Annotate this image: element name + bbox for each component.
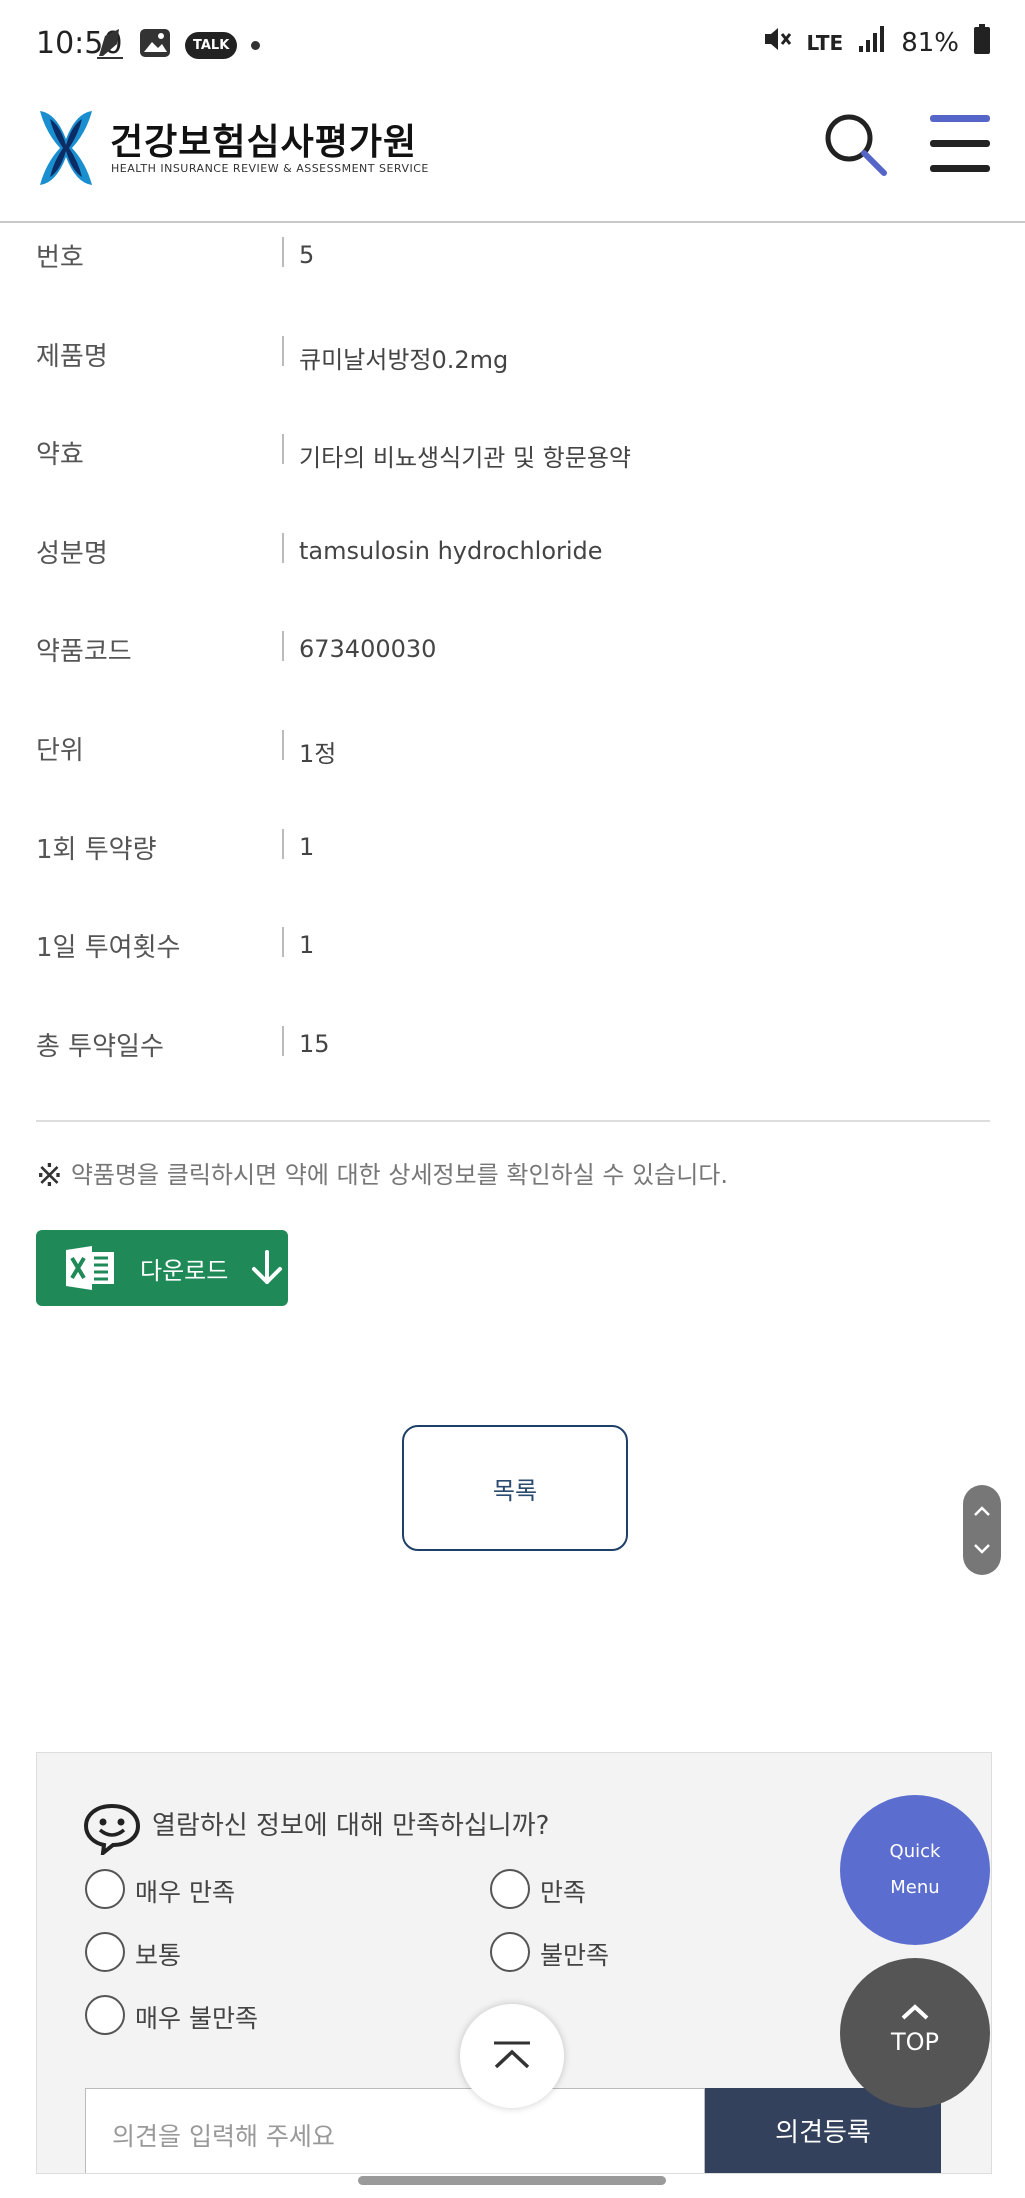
notice-message: 약품명을 클릭하시면 약에 대한 상세정보를 확인하실 수 있습니다. bbox=[70, 1161, 729, 1189]
detail-value: 673400030 bbox=[299, 635, 437, 664]
detail-row-daily-frequency: 1일 투여횟수 1 bbox=[36, 915, 990, 1014]
detail-separator bbox=[282, 927, 284, 958]
detail-label: 1회 투약량 bbox=[36, 834, 157, 865]
scroll-to-top-fab[interactable] bbox=[460, 2004, 564, 2108]
network-type: LTE bbox=[806, 30, 844, 55]
notice-mark: ※ bbox=[36, 1156, 63, 1194]
site-header: 건강보험심사평가원 HEALTH INSURANCE REVIEW & ASSE… bbox=[0, 95, 1025, 223]
quick-menu-line2: Menu bbox=[890, 1877, 940, 1898]
status-bar: 10:50 TALK LTE 81% bbox=[0, 0, 1025, 90]
radio-circle[interactable] bbox=[85, 1995, 125, 2035]
detail-label: 번호 bbox=[36, 243, 84, 273]
brand-name-english: HEALTH INSURANCE REVIEW & ASSESSMENT SER… bbox=[111, 162, 429, 175]
radio-label[interactable]: 불만족 bbox=[540, 1936, 609, 1972]
system-status-icons: LTE 81% bbox=[762, 24, 991, 61]
detail-separator bbox=[282, 532, 284, 563]
survey-question: 열람하신 정보에 대해 만족하십니까? bbox=[152, 1811, 550, 1841]
hira-logo-icon[interactable] bbox=[36, 105, 96, 191]
excel-icon bbox=[66, 1246, 114, 1290]
detail-value: 5 bbox=[299, 241, 315, 269]
detail-label: 1일 투여횟수 bbox=[36, 933, 181, 964]
detail-separator bbox=[282, 1025, 284, 1056]
download-label: 다운로드 bbox=[140, 1256, 229, 1285]
gesture-nav-handle[interactable] bbox=[358, 2176, 666, 2185]
detail-value: 기타의 비뇨생식기관 및 항문용약 bbox=[299, 444, 632, 473]
smile-speech-bubble-icon bbox=[83, 1803, 141, 1855]
scroll-up-down-icon bbox=[974, 1506, 990, 1554]
detail-row-unit: 단위 1정 bbox=[36, 718, 990, 817]
detail-row-dose: 1회 투약량 1 bbox=[36, 817, 990, 916]
opinion-input[interactable]: 의견을 입력해 주세요 bbox=[85, 2088, 705, 2173]
radio-label[interactable]: 만족 bbox=[540, 1873, 586, 1909]
menu-line-icon bbox=[930, 140, 990, 147]
chevron-up-icon bbox=[840, 2000, 990, 2028]
gallery-notification-icon bbox=[139, 28, 171, 62]
signal-strength-icon bbox=[857, 24, 887, 61]
radio-circle[interactable] bbox=[490, 1869, 530, 1909]
detail-value: 1 bbox=[299, 832, 315, 861]
product-name-link[interactable]: 큐미날서방정0.2mg bbox=[299, 340, 508, 375]
notification-icons: TALK bbox=[95, 26, 261, 64]
detail-row-ingredient: 성분명 tamsulosin hydrochloride bbox=[36, 521, 990, 620]
detail-value: 15 bbox=[299, 1029, 330, 1058]
search-button[interactable] bbox=[822, 111, 890, 179]
section-divider bbox=[36, 1120, 990, 1122]
brand-name-korean[interactable]: 건강보험심사평가원 bbox=[110, 113, 417, 165]
detail-row-efficacy: 약효 기타의 비뇨생식기관 및 항문용약 bbox=[36, 422, 990, 521]
hamburger-menu-button[interactable] bbox=[930, 115, 990, 172]
top-button[interactable]: TOP bbox=[840, 1958, 990, 2108]
detail-separator bbox=[282, 335, 284, 366]
mute-icon bbox=[762, 24, 792, 61]
radio-label[interactable]: 매우 만족 bbox=[135, 1873, 235, 1909]
detail-label: 약품코드 bbox=[36, 637, 132, 668]
detail-value: tamsulosin hydrochloride bbox=[299, 536, 603, 565]
detail-separator bbox=[282, 828, 284, 859]
detail-separator bbox=[282, 729, 284, 760]
page-scroll-control[interactable] bbox=[963, 1485, 1001, 1575]
detail-value: 1정 bbox=[299, 739, 337, 768]
pen-notification-icon bbox=[95, 26, 125, 64]
radio-label[interactable]: 매우 불만족 bbox=[135, 1999, 258, 2035]
battery-level: 81% bbox=[901, 27, 959, 58]
detail-row-total-days: 총 투약일수 15 bbox=[36, 1014, 990, 1113]
detail-separator bbox=[282, 631, 284, 662]
search-icon bbox=[825, 114, 887, 176]
detail-separator bbox=[282, 434, 284, 465]
detail-row-drug-code: 약품코드 673400030 bbox=[36, 619, 990, 718]
radio-label[interactable]: 보통 bbox=[135, 1936, 181, 1972]
quick-menu-line1: Quick bbox=[889, 1841, 941, 1862]
menu-line-icon bbox=[930, 115, 990, 122]
quick-menu-button[interactable]: Quick Menu bbox=[840, 1795, 990, 1945]
detail-row-product-name: 제품명 큐미날서방정0.2mg bbox=[36, 324, 990, 423]
arrow-down-icon bbox=[252, 1250, 283, 1284]
menu-line-icon bbox=[930, 165, 990, 172]
detail-label: 약효 bbox=[36, 440, 84, 471]
radio-circle[interactable] bbox=[490, 1932, 530, 1972]
detail-label: 제품명 bbox=[36, 341, 108, 372]
drug-detail-list: 번호 5 제품명 큐미날서방정0.2mg 약효 기타의 비뇨생식기관 및 항문용… bbox=[36, 225, 990, 1112]
satisfaction-survey: 열람하신 정보에 대해 만족하십니까? 매우 만족 만족 보통 불만족 매우 불… bbox=[36, 1752, 992, 2174]
list-button[interactable]: 목록 bbox=[402, 1425, 628, 1551]
radio-circle[interactable] bbox=[85, 1869, 125, 1909]
detail-separator bbox=[282, 237, 284, 267]
detail-value: 1 bbox=[299, 931, 315, 960]
detail-label: 총 투약일수 bbox=[36, 1031, 164, 1062]
radio-circle[interactable] bbox=[85, 1932, 125, 1972]
detail-label: 성분명 bbox=[36, 538, 108, 569]
detail-label: 단위 bbox=[36, 735, 84, 766]
kakaotalk-notification-icon: TALK bbox=[185, 31, 238, 59]
more-notifications-dot-icon bbox=[251, 40, 261, 50]
top-label: TOP bbox=[890, 2028, 940, 2056]
notice-text: ※ 약품명을 클릭하시면 약에 대한 상세정보를 확인하실 수 있습니다. bbox=[36, 1155, 728, 1194]
battery-icon bbox=[973, 24, 991, 61]
excel-download-button[interactable]: 다운로드 bbox=[36, 1230, 288, 1306]
chevron-up-icon bbox=[494, 2041, 530, 2069]
detail-row-number: 번호 5 bbox=[36, 225, 990, 324]
